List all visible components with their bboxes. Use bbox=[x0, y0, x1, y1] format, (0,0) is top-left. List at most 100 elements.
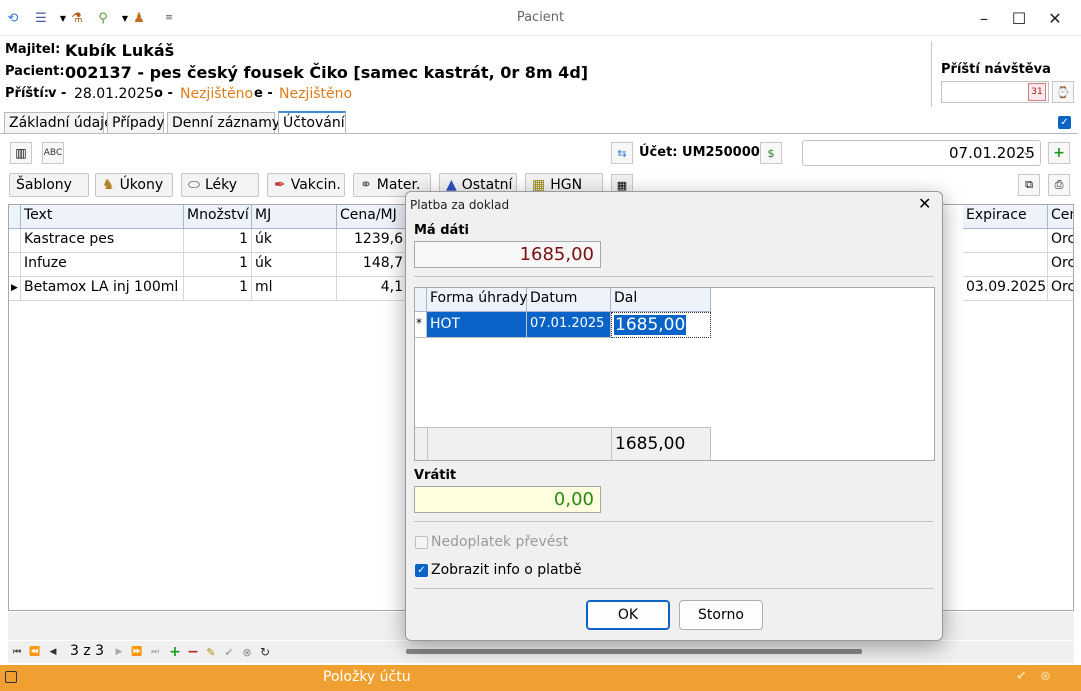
options-checkbox[interactable]: ✓ bbox=[1058, 116, 1071, 129]
customize-icon[interactable]: ≡ bbox=[160, 9, 178, 27]
chevron-down-icon[interactable]: ⌄ bbox=[1022, 145, 1031, 158]
cancel-button[interactable]: Storno bbox=[679, 600, 763, 630]
next-record-icon[interactable]: ▶ bbox=[112, 643, 126, 661]
table-row-unit[interactable]: úk bbox=[252, 253, 337, 277]
vaccines-label: Vakcin. bbox=[290, 177, 341, 193]
cash-icon[interactable]: $ bbox=[760, 142, 782, 164]
next-page-icon[interactable]: ⏩ bbox=[130, 643, 144, 661]
procedures-button[interactable]: ♞ Úkony bbox=[95, 173, 173, 197]
transfer-underpayment-checkbox[interactable] bbox=[415, 536, 428, 549]
templates-label: Šablony bbox=[16, 177, 72, 193]
vaccines-button[interactable]: ✒ Vakcin. bbox=[267, 173, 345, 197]
account-date-select[interactable]: 07.01.2025 ⌄ bbox=[802, 140, 1041, 166]
horizontal-scrollbar[interactable] bbox=[406, 649, 862, 654]
col-text[interactable]: Text bbox=[21, 205, 184, 229]
pill-icon: ⬭ bbox=[188, 177, 200, 193]
tab-basic[interactable]: Základní údaje bbox=[4, 112, 113, 134]
payment-amount-cell[interactable]: 1685,00 bbox=[611, 312, 711, 338]
list-menu-icon[interactable]: ☰ bbox=[32, 9, 50, 27]
procedures-label: Úkony bbox=[119, 177, 164, 193]
minimize-icon[interactable]: – bbox=[966, 4, 1002, 32]
row-marker[interactable] bbox=[9, 253, 21, 277]
procedure-icon: ♞ bbox=[102, 177, 115, 193]
col-payment-date[interactable]: Datum bbox=[527, 288, 611, 312]
payment-method-cell[interactable]: HOT bbox=[427, 312, 527, 338]
next-visit-input[interactable]: 31 bbox=[941, 81, 1049, 103]
table-row-cen[interactable]: Orc bbox=[1048, 253, 1073, 277]
table-row-price[interactable]: 4,1 bbox=[337, 277, 407, 301]
table-row-unit[interactable]: úk bbox=[252, 229, 337, 253]
tools-icon[interactable]: ⚗ bbox=[68, 9, 86, 27]
table-row-qty[interactable]: 1 bbox=[184, 277, 252, 301]
syringe-icon: ✒ bbox=[274, 177, 286, 193]
prev-page-icon[interactable]: ⏪ bbox=[28, 643, 42, 661]
users-icon[interactable]: ♟ bbox=[130, 9, 148, 27]
show-payment-info-checkbox[interactable]: ✓ bbox=[415, 564, 428, 577]
table-row-unit[interactable]: ml bbox=[252, 277, 337, 301]
payment-amount-value[interactable]: 1685,00 bbox=[614, 315, 687, 335]
status-confirm-icon[interactable]: ✔ bbox=[1016, 669, 1027, 684]
col-cen[interactable]: Cen bbox=[1048, 205, 1073, 229]
col-payment-amount[interactable]: Dal bbox=[611, 288, 711, 312]
copy-icon[interactable]: ⧉ bbox=[1018, 174, 1040, 196]
prev-record-icon[interactable]: ◀ bbox=[46, 643, 60, 661]
add-record-icon[interactable]: + bbox=[168, 643, 182, 661]
payment-dialog: Platba za doklad ✕ Má dáti 1685,00 Forma… bbox=[405, 191, 943, 641]
table-row-qty[interactable]: 1 bbox=[184, 253, 252, 277]
owner-label: Majitel: bbox=[5, 42, 61, 57]
patient-info: 002137 - pes český fousek Čiko [samec ka… bbox=[65, 63, 589, 82]
table-row-price[interactable]: 148,7 bbox=[337, 253, 407, 277]
table-row-text[interactable]: Betamox LA inj 100ml bbox=[21, 277, 184, 301]
table-row-expiry[interactable] bbox=[963, 229, 1048, 253]
col-unit[interactable]: MJ bbox=[252, 205, 337, 229]
spellcheck-icon[interactable]: ABC bbox=[42, 142, 64, 164]
new-row-marker[interactable]: * bbox=[415, 312, 427, 338]
status-label: Položky účtu bbox=[323, 669, 411, 685]
next-label: Příští: bbox=[5, 86, 50, 101]
tab-daily-records[interactable]: Denní záznamy bbox=[167, 112, 280, 134]
delete-record-icon[interactable]: − bbox=[186, 643, 200, 661]
table-row-cen[interactable]: Orc bbox=[1048, 277, 1073, 301]
cancel-record-icon[interactable]: ⊗ bbox=[240, 643, 254, 661]
barcode-icon[interactable]: ▥ bbox=[10, 142, 32, 164]
tab-cases[interactable]: Případy bbox=[107, 112, 164, 134]
add-document-icon[interactable]: + bbox=[1048, 142, 1070, 164]
payment-date-cell[interactable]: 07.01.2025 bbox=[527, 312, 611, 338]
search-people-icon[interactable]: ⚲ bbox=[94, 9, 112, 27]
status-cancel-icon[interactable]: ⊗ bbox=[1040, 669, 1051, 684]
col-expiry[interactable]: Expirace bbox=[963, 205, 1048, 229]
row-marker[interactable] bbox=[9, 229, 21, 253]
table-row-text[interactable]: Infuze bbox=[21, 253, 184, 277]
col-qty[interactable]: Množství bbox=[184, 205, 252, 229]
title-bar: ⟲ ☰ ▼ ⚗ ⚲ ▼ ♟ ≡ Pacient – ☐ ✕ bbox=[0, 0, 1081, 36]
print-icon[interactable]: ⎙ bbox=[1048, 174, 1070, 196]
drugs-button[interactable]: ⬭ Léky bbox=[181, 173, 259, 197]
edit-record-icon[interactable]: ✎ bbox=[204, 643, 218, 661]
first-record-icon[interactable]: ⏮ bbox=[10, 643, 24, 661]
calendar-icon[interactable]: 31 bbox=[1028, 83, 1046, 101]
current-row-arrow-icon[interactable]: ▶ bbox=[9, 277, 21, 301]
payment-grid: Forma úhrady Datum Dal * HOT 07.01.2025 … bbox=[414, 287, 935, 461]
confirm-record-icon[interactable]: ✔ bbox=[222, 643, 236, 661]
dialog-close-icon[interactable]: ✕ bbox=[918, 194, 931, 213]
tab-billing[interactable]: Účtování bbox=[278, 111, 346, 134]
maximize-icon[interactable]: ☐ bbox=[1001, 4, 1037, 32]
schedule-icon[interactable]: ⌚ bbox=[1052, 81, 1074, 103]
close-window-icon[interactable]: ✕ bbox=[1037, 4, 1073, 32]
status-checkbox-icon[interactable] bbox=[5, 671, 17, 683]
table-row-cen[interactable]: Orc bbox=[1048, 229, 1073, 253]
ok-button[interactable]: OK bbox=[586, 600, 670, 630]
bandage-icon: ⚭ bbox=[360, 177, 372, 193]
last-record-icon[interactable]: ⏭ bbox=[148, 643, 162, 661]
table-row-expiry[interactable]: 03.09.2025 bbox=[963, 277, 1048, 301]
table-row-qty[interactable]: 1 bbox=[184, 229, 252, 253]
refresh-icon[interactable]: ↻ bbox=[258, 643, 272, 661]
dialog-separator-2 bbox=[414, 521, 933, 522]
table-row-text[interactable]: Kastrace pes bbox=[21, 229, 184, 253]
transfer-icon[interactable]: ⇆ bbox=[611, 142, 633, 164]
col-payment-method[interactable]: Forma úhrady bbox=[427, 288, 528, 312]
col-price[interactable]: Cena/MJ bbox=[337, 205, 407, 229]
table-row-price[interactable]: 1239,6 bbox=[337, 229, 407, 253]
table-row-expiry[interactable] bbox=[963, 253, 1048, 277]
templates-button[interactable]: Šablony bbox=[9, 173, 89, 197]
